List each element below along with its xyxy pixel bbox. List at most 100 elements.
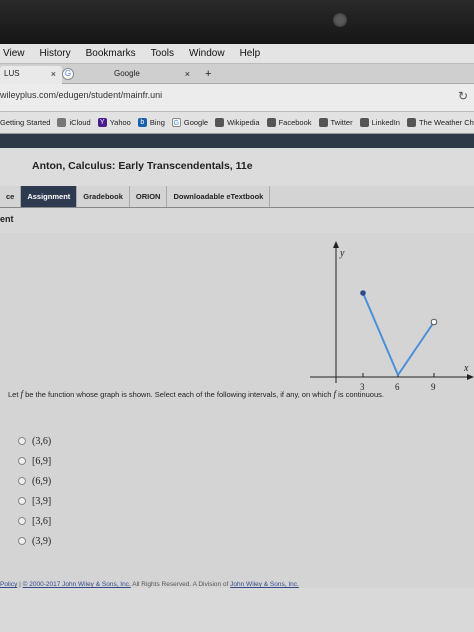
page-footer: Policy | © 2000-2017 John Wiley & Sons, … [0, 581, 299, 588]
tab-bar: LUS × G Google × + [0, 64, 474, 84]
monitor-bezel [0, 0, 474, 44]
bookmark-yahoo[interactable]: Y Yahoo [97, 118, 131, 127]
bookmark-label: Yahoo [109, 118, 131, 127]
graph-segment-left [362, 292, 399, 376]
bookmark-google[interactable]: G Google [171, 118, 209, 127]
company-link[interactable]: John Wiley & Sons, Inc. [230, 581, 299, 588]
y-axis-arrow [333, 241, 339, 248]
reload-icon[interactable]: ↻ [458, 89, 468, 103]
option-closed-3-6[interactable]: [3,6] [18, 511, 51, 531]
option-label: [6,9] [32, 455, 52, 467]
question-content: y x 3 6 9 Let f be the function whose gr… [0, 233, 474, 588]
bookmark-label: Twitter [330, 118, 353, 127]
tab-google[interactable]: Google × [66, 66, 196, 84]
tick-label-9: 9 [431, 382, 436, 392]
checkbox[interactable] [18, 477, 26, 485]
address-bar: wileyplus.com/edugen/student/mainfr.uni … [0, 84, 474, 112]
checkbox[interactable] [18, 517, 26, 525]
course-title: Anton, Calculus: Early Transcendentals, … [32, 160, 253, 172]
option-open-3-9[interactable]: (3,9) [18, 531, 51, 551]
apple-icon [266, 118, 276, 127]
tab-gradebook[interactable]: Gradebook [77, 186, 130, 207]
bookmarks-bar: Getting Started iCloud Y Yahoo b Bing G Goo… [0, 112, 474, 134]
checkbox[interactable] [18, 497, 26, 505]
answer-options: (3,6) [6,9] (6,9) [3,9] [3,6] (3,9) [18, 431, 51, 551]
function-graph: y x 3 6 9 [310, 241, 474, 392]
option-closed-6-9[interactable]: [6,9] [18, 451, 51, 471]
tab-assignment[interactable]: Assignment [21, 186, 78, 207]
tick-label-6: 6 [395, 382, 400, 392]
option-label: (3,9) [32, 535, 52, 547]
bookmark-label: Getting Started [0, 118, 51, 127]
bookmark-label: Wikipedia [227, 118, 260, 127]
webcam [333, 13, 347, 27]
y-axis-label: y [339, 248, 345, 259]
menu-help[interactable]: Help [240, 48, 261, 59]
tab-wileyplus[interactable]: LUS × [0, 66, 62, 84]
question-part: Let [8, 390, 21, 399]
tab-label: LUS [4, 69, 20, 78]
bookmark-label: iCloud [69, 118, 91, 127]
bookmark-label: LinkedIn [371, 118, 400, 127]
bookmark-wikipedia[interactable]: Wikipedia [215, 118, 260, 127]
yahoo-icon: Y [97, 118, 107, 127]
close-icon[interactable]: × [51, 69, 56, 79]
closed-endpoint [360, 290, 366, 296]
menu-window[interactable]: Window [189, 48, 225, 59]
bookmark-bing[interactable]: b Bing [137, 118, 165, 127]
bookmark-getting-started[interactable]: Getting Started [0, 118, 50, 127]
tab-resource[interactable]: ce [0, 186, 22, 207]
google-icon: G [171, 118, 181, 127]
bookmark-label: Facebook [278, 118, 312, 127]
menu-view[interactable]: View [3, 48, 25, 59]
apple-icon [57, 118, 67, 127]
new-tab-button[interactable]: + [205, 68, 211, 80]
apple-icon [318, 118, 328, 127]
option-label: [3,6] [32, 515, 52, 527]
bookmark-weather[interactable]: The Weather Chann [406, 118, 474, 127]
menu-tools[interactable]: Tools [151, 48, 174, 59]
option-closed-3-9[interactable]: [3,9] [18, 491, 51, 511]
bookmark-label: The Weather Chann [418, 118, 474, 127]
bookmark-label: Bing [149, 118, 165, 127]
x-axis-label: x [463, 363, 469, 374]
subheader-label: ent [0, 214, 14, 224]
apple-icon [359, 118, 369, 127]
tab-etextbook[interactable]: Downloadable eTextbook [167, 186, 271, 207]
course-header: Anton, Calculus: Early Transcendentals, … [0, 148, 474, 186]
x-axis-arrow [467, 374, 474, 380]
question-part: be the function whose graph is shown. Se… [23, 390, 334, 399]
apple-icon [215, 118, 225, 127]
course-nav: ce Assignment Gradebook ORION Downloadab… [0, 186, 474, 208]
bing-icon: b [137, 118, 147, 127]
option-open-6-9[interactable]: (6,9) [18, 471, 51, 491]
option-label: (3,6) [32, 435, 52, 447]
apple-icon [406, 118, 416, 127]
assignment-subheader: ent [0, 208, 474, 236]
url-input[interactable]: wileyplus.com/edugen/student/mainfr.uni [0, 90, 162, 100]
graph-segment-right [397, 321, 435, 376]
option-open-3-6[interactable]: (3,6) [18, 431, 51, 451]
site-header-band [0, 134, 474, 148]
tab-label: Google [114, 69, 140, 78]
bookmark-linkedin[interactable]: LinkedIn [359, 118, 400, 127]
checkbox[interactable] [18, 537, 26, 545]
bookmark-twitter[interactable]: Twitter [318, 118, 353, 127]
close-icon[interactable]: × [185, 69, 190, 79]
checkbox[interactable] [18, 457, 26, 465]
copyright-link[interactable]: © 2000-2017 John Wiley & Sons, Inc. [23, 581, 131, 588]
question-part: is continuous. [336, 390, 384, 399]
footer-text: All Rights Reserved. A Division of [130, 581, 231, 588]
policy-link[interactable]: Policy [0, 581, 17, 588]
question-text: Let f be the function whose graph is sho… [8, 389, 384, 399]
checkbox[interactable] [18, 437, 26, 445]
option-label: (6,9) [32, 475, 52, 487]
tab-orion[interactable]: ORION [130, 186, 168, 207]
bookmark-facebook[interactable]: Facebook [266, 118, 312, 127]
menu-bookmarks[interactable]: Bookmarks [86, 48, 136, 59]
bookmark-icloud[interactable]: iCloud [57, 118, 91, 127]
menu-history[interactable]: History [40, 48, 71, 59]
menu-bar: View History Bookmarks Tools Window Help [0, 44, 474, 64]
bookmark-label: Google [183, 118, 209, 127]
open-endpoint [430, 318, 438, 326]
